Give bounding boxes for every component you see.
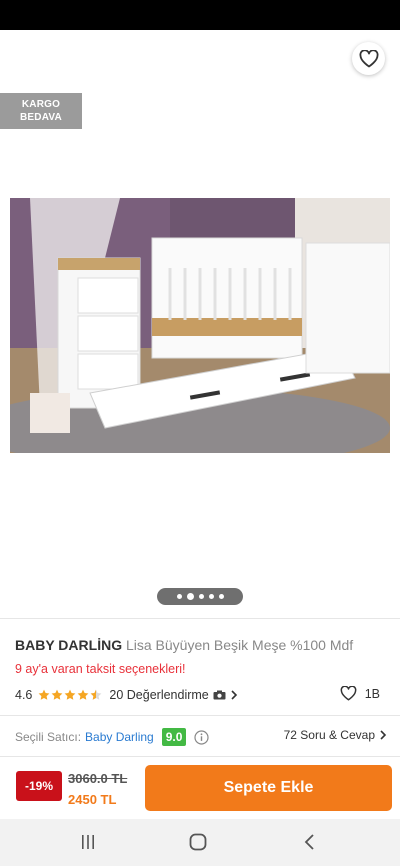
home-icon [189, 833, 207, 851]
share-icon [310, 50, 327, 68]
back-button[interactable] [12, 46, 42, 72]
favorite-button[interactable] [352, 42, 385, 75]
discount-badge: -19% [16, 771, 62, 801]
seller-row: Seçili Satıcı: Baby Darling 9.0 72 Soru … [15, 727, 387, 747]
info-icon[interactable] [194, 729, 210, 745]
qa-count: 72 Soru & Cevap [283, 728, 375, 742]
product-brand[interactable]: BABY DARLİNG [15, 637, 122, 653]
chevron-right-icon [231, 690, 237, 700]
product-name: Lisa Büyüyen Beşik Meşe %100 Mdf [125, 637, 354, 653]
rating-stars [38, 689, 103, 701]
camera-icon [213, 690, 226, 700]
rating-row: 4.6 20 Değerlendirme 1B [15, 686, 385, 704]
add-to-cart-button[interactable]: Sepete Ekle [145, 765, 392, 811]
like-count: 1B [364, 686, 380, 701]
pager-dot[interactable] [208, 594, 214, 599]
purchase-bar: -19% 3060.0 TL 2450 TL Sepete Ekle [0, 757, 400, 819]
heart-outline-icon [340, 686, 357, 701]
seller-label: Seçili Satıcı: [15, 730, 82, 744]
status-bar [0, 0, 400, 30]
heart-outline-icon [359, 49, 378, 67]
divider [0, 618, 400, 619]
pager-dot[interactable] [198, 594, 204, 599]
star-half-icon [90, 689, 102, 700]
free-shipping-line1: KARGO [21, 99, 61, 110]
chevron-left-icon [304, 834, 314, 850]
reviews-link[interactable]: 20 Değerlendirme [109, 688, 237, 702]
home-button[interactable] [186, 831, 210, 853]
star-icon [77, 689, 89, 700]
seller-score-badge: 9.0 [161, 728, 187, 746]
product-photo [10, 198, 390, 453]
old-price: 3060.0 TL [68, 771, 128, 786]
divider [0, 715, 400, 716]
like-button[interactable]: 1B [340, 686, 380, 701]
reviews-count: 20 Değerlendirme [109, 688, 209, 702]
share-button[interactable] [304, 44, 334, 74]
installment-text: 9 ay'a varan taksit seçenekleri! [15, 662, 186, 676]
back-nav-button[interactable] [298, 831, 322, 853]
recent-apps-button[interactable] [76, 831, 100, 853]
system-nav-bar [0, 819, 400, 866]
new-price: 2450 TL [68, 792, 117, 807]
arrow-left-icon [18, 51, 36, 67]
star-icon [51, 689, 63, 700]
image-pager[interactable] [157, 588, 243, 605]
free-shipping-badge: KARGO BEDAVA [0, 93, 82, 129]
seller-name-link[interactable]: Baby Darling [85, 730, 154, 744]
rating-value: 4.6 [15, 688, 33, 702]
recent-apps-icon [82, 835, 94, 849]
product-title: BABY DARLİNG Lisa Büyüyen Beşik Meşe %10… [15, 637, 390, 653]
questions-answers-link[interactable]: 72 Soru & Cevap [284, 728, 387, 742]
star-icon [64, 689, 76, 700]
crib-illustration [10, 198, 390, 453]
free-shipping-line2: BEDAVA [20, 112, 62, 123]
pager-dot[interactable] [176, 594, 182, 599]
pager-dot-active[interactable] [186, 593, 194, 600]
star-icon [38, 689, 50, 700]
pager-dot[interactable] [218, 594, 224, 599]
chevron-right-icon [380, 730, 387, 740]
